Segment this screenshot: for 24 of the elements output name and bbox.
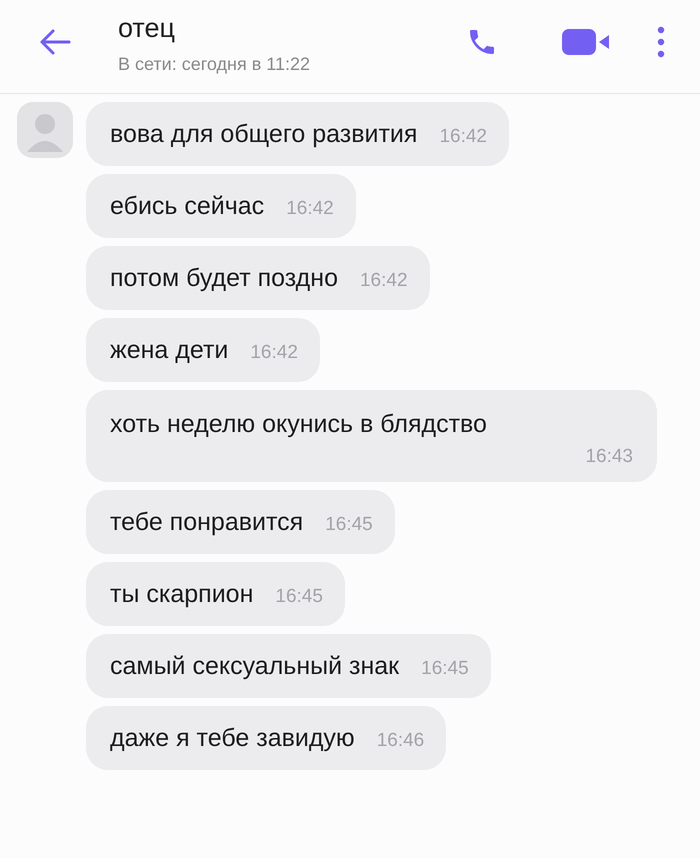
message-time: 16:42 [439,126,487,148]
message-time: 16:45 [275,586,323,608]
message-time: 16:46 [376,730,424,752]
video-camera-icon[interactable] [562,26,610,56]
message-time: 16:45 [325,514,373,536]
contact-name: отец [118,12,176,44]
message-text: даже я тебе завидую [110,724,355,752]
message-time: 16:43 [585,446,633,468]
message-time: 16:42 [286,198,334,220]
more-options-icon[interactable] [656,26,666,58]
back-icon[interactable] [38,28,72,56]
message-text: хоть неделю окунись в блядство [110,409,488,440]
message-text: потом будет поздно [110,264,338,292]
message-text: тебе понравится [110,508,304,536]
online-status: В сети: сегодня в 11:22 [118,54,311,74]
message-text: жена дети [110,336,228,364]
message-text: самый сексуальный знак [110,652,400,680]
message-text: вова для общего развития [110,120,418,148]
message-time: 16:42 [250,342,298,364]
message-time: 16:42 [360,270,408,292]
message-text: ебись сейчас [110,192,264,220]
avatar-icon [17,102,73,158]
message-text: ты скарпион [110,580,254,608]
message-time: 16:45 [421,658,469,680]
